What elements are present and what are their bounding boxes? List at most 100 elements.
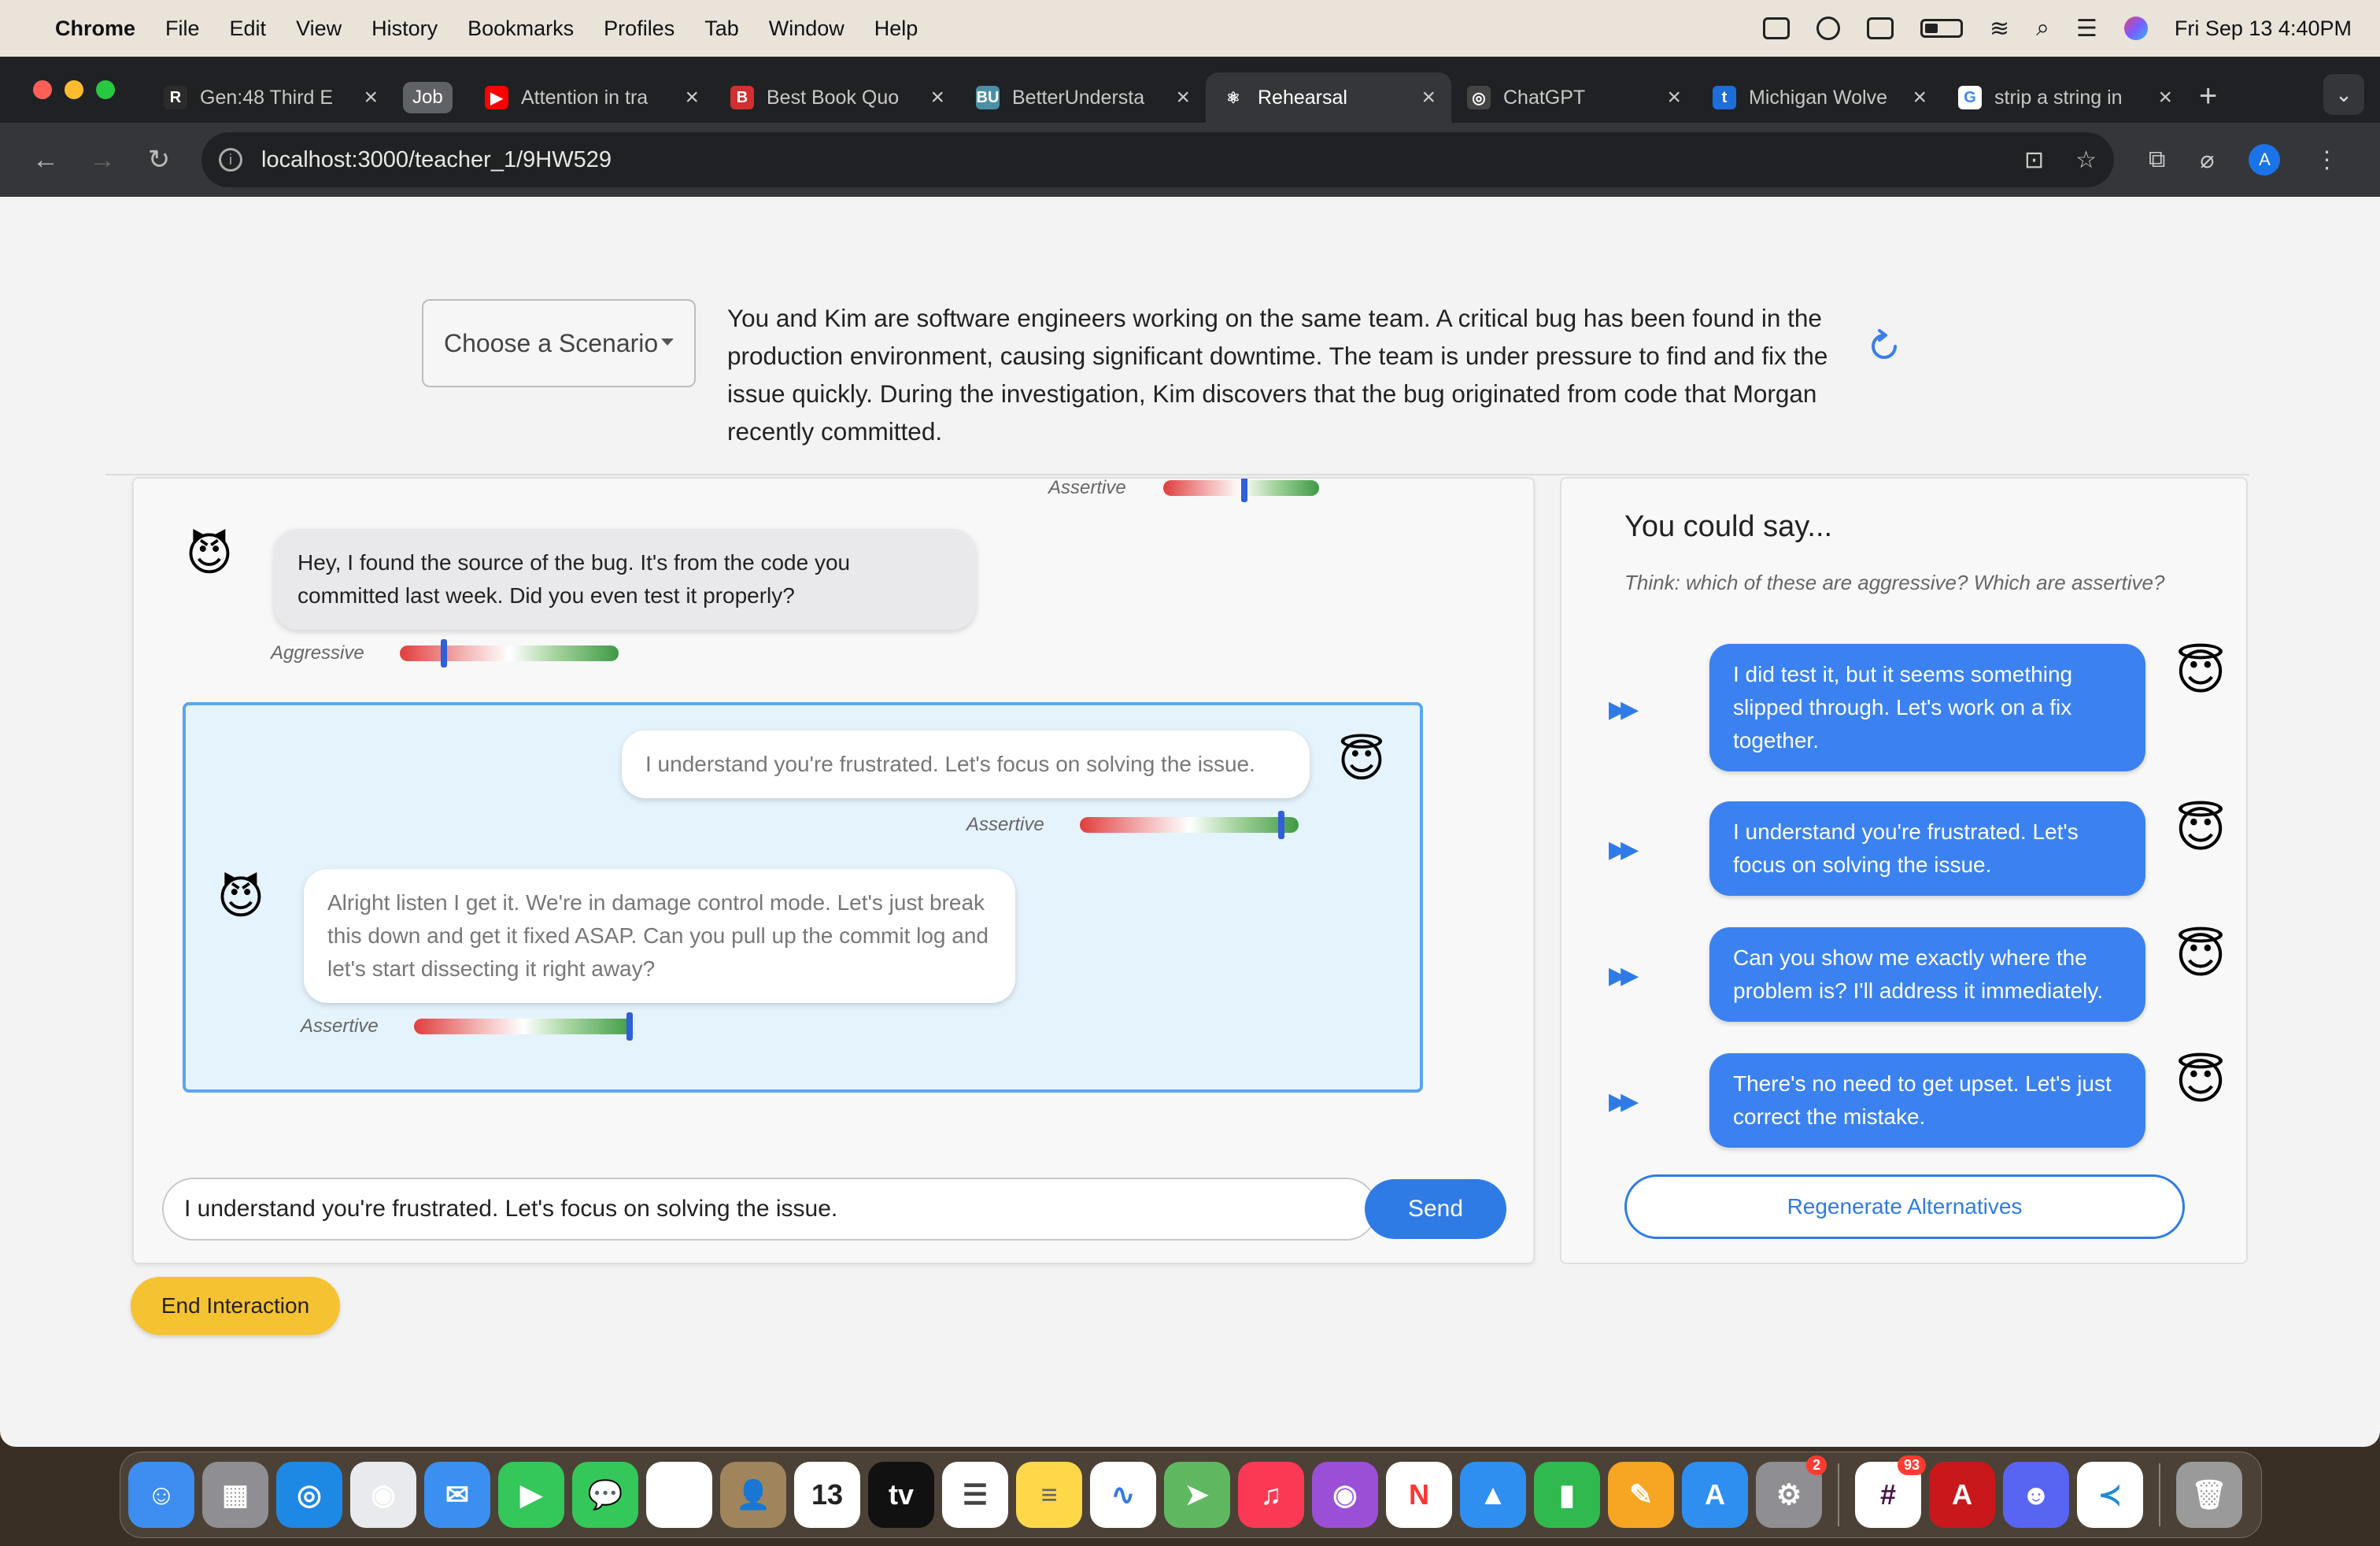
wifi-icon[interactable]: ≋ [1990,15,2009,43]
extensions-icon[interactable]: ⧉ [2149,146,2165,173]
spotlight-search-icon[interactable]: ⌕ [2036,15,2049,42]
close-tab-icon[interactable]: × [1176,84,1190,111]
system-settings-icon[interactable]: ⚙ 2 [1756,1455,1827,1528]
freeform-icon[interactable]: ∿ [1090,1462,1156,1528]
reload-icon[interactable]: ↻ [131,144,187,176]
play-status-icon[interactable] [1816,17,1841,40]
contacts-icon[interactable]: 👤 [720,1462,786,1528]
slack-icon[interactable]: #93 [1855,1455,1926,1528]
suggestion-item[interactable]: ▶▶ I understand you're frustrated. Let's… [1609,801,2226,901]
tv-icon[interactable]: tv [868,1462,934,1528]
minimize-window-button[interactable] [65,80,83,99]
browser-tab[interactable]: Job [394,72,469,123]
trash-icon[interactable]: 🗑 [2176,1462,2242,1528]
menu-clock[interactable]: Fri Sep 13 4:40PM [2175,17,2352,41]
browser-tab[interactable]: ⚛ Rehearsal × [1206,72,1451,123]
vscode-icon[interactable]: ≺ [2077,1462,2143,1528]
menu-edit[interactable]: Edit [230,17,267,41]
finder-icon[interactable]: ☺ [128,1462,194,1528]
regenerate-alternatives-button[interactable]: Regenerate Alternatives [1624,1174,2185,1239]
messages-icon[interactable]: 💬 [572,1462,638,1528]
back-arrow-icon[interactable]: ← [17,145,74,176]
browser-tab[interactable]: Gstrip a string in × [1942,72,2188,123]
safari-icon[interactable]: ◎ [276,1462,342,1528]
launchpad-icon[interactable]: ▦ [202,1462,268,1528]
browser-tab[interactable]: ▶ Attention in tra × [469,72,715,123]
refresh-scenario-icon[interactable] [1868,327,1900,362]
suggestion-text[interactable]: I understand you're frustrated. Let's fo… [1709,801,2145,896]
performance-icon[interactable]: ⌀ [2200,146,2214,174]
menu-tab[interactable]: Tab [704,17,739,41]
use-suggestion-icon[interactable]: ▶▶ [1609,836,1639,864]
close-tab-icon[interactable]: × [930,84,944,111]
install-app-icon[interactable]: ⊡ [2024,146,2044,174]
browser-tab[interactable]: B Best Book Quo × [715,72,960,123]
site-info-icon[interactable]: i [219,148,242,172]
scenario-select[interactable]: Choose a Scenario [422,299,696,387]
app-store-icon[interactable]: A [1682,1462,1748,1528]
display-status-icon[interactable] [1867,17,1894,39]
reminders-icon[interactable]: ☰ [942,1462,1008,1528]
chrome-icon[interactable]: ◉ [350,1462,416,1528]
menu-window[interactable]: Window [769,17,844,41]
numbers-icon[interactable]: ▮ [1534,1462,1600,1528]
browser-tab[interactable]: t Michigan Wolve × [1697,72,1942,123]
use-suggestion-icon[interactable]: ▶▶ [1609,962,1639,989]
battery-icon[interactable] [1920,19,1964,38]
end-interaction-button[interactable]: End Interaction [131,1277,340,1335]
pages-icon[interactable]: ✎ [1608,1462,1674,1528]
forward-arrow-icon[interactable]: → [74,145,131,176]
discord-icon[interactable]: ☻ [2003,1462,2069,1528]
menu-view[interactable]: View [296,17,342,41]
badge-status-icon[interactable] [1763,17,1791,39]
close-tab-icon[interactable]: × [2158,84,2172,111]
close-tab-icon[interactable]: × [685,84,699,111]
new-tab-button[interactable]: + [2199,79,2217,114]
use-suggestion-icon[interactable]: ▶▶ [1609,1088,1639,1115]
suggestion-item[interactable]: ▶▶ Can you show me exactly where the pro… [1609,927,2226,1026]
more-menu-icon[interactable]: ⋮ [2315,146,2338,174]
menu-app-name[interactable]: Chrome [55,17,135,41]
maps-icon[interactable]: ➤ [1164,1462,1230,1528]
menu-history[interactable]: History [371,17,438,41]
keynote-icon[interactable]: ▲ [1460,1462,1526,1528]
notes-icon[interactable]: ≡ [1016,1462,1082,1528]
use-suggestion-icon[interactable]: ▶▶ [1609,696,1639,723]
photos-icon[interactable]: ✿ [646,1462,712,1528]
news-icon[interactable]: N [1386,1462,1452,1528]
close-tab-icon[interactable]: × [1421,84,1436,111]
menu-help[interactable]: Help [874,17,918,41]
facetime-icon[interactable]: ▶ [498,1462,564,1528]
menu-bookmarks[interactable]: Bookmarks [468,17,574,41]
suggestion-text[interactable]: Can you show me exactly where the proble… [1709,927,2145,1022]
close-window-button[interactable] [33,80,52,99]
address-bar[interactable]: i localhost:3000/teacher_1/9HW529 ⊡ ☆ [201,132,2114,187]
message-input[interactable] [162,1178,1377,1241]
close-tab-icon[interactable]: × [1667,84,1681,111]
suggestion-item[interactable]: ▶▶ I did test it, but it seems something… [1609,644,2226,778]
tab-group-label[interactable]: Job [403,82,453,113]
close-tab-icon[interactable]: × [1913,84,1927,111]
suggestion-text[interactable]: I did test it, but it seems something sl… [1709,644,2145,771]
menu-file[interactable]: File [165,17,200,41]
send-button[interactable]: Send [1365,1179,1506,1239]
menu-profiles[interactable]: Profiles [604,17,674,41]
url-text[interactable]: localhost:3000/teacher_1/9HW529 [261,147,612,173]
mail-icon[interactable]: ✉ [424,1462,490,1528]
podcasts-icon[interactable]: ◉ [1312,1462,1378,1528]
suggestion-text[interactable]: There's no need to get upset. Let's just… [1709,1053,2145,1148]
acrobat-icon[interactable]: A [1929,1462,1995,1528]
calendar-icon[interactable]: 13 [794,1462,860,1528]
profile-avatar[interactable]: A [2249,144,2281,176]
tab-search-chevron-icon[interactable]: ⌄ [2323,74,2364,115]
close-tab-icon[interactable]: × [364,84,378,111]
browser-tab[interactable]: R Gen:48 Third E × [148,72,394,123]
bookmark-star-icon[interactable]: ☆ [2075,146,2097,174]
siri-icon[interactable] [2123,17,2148,40]
browser-tab[interactable]: ◎ ChatGPT × [1451,72,1697,123]
music-icon[interactable]: ♫ [1238,1462,1304,1528]
browser-tab[interactable]: BU BetterUndersta × [960,72,1206,123]
control-center-icon[interactable]: ☰ [2076,15,2097,43]
zoom-window-button[interactable] [96,80,115,99]
suggestion-item[interactable]: ▶▶ There's no need to get upset. Let's j… [1609,1053,2226,1152]
